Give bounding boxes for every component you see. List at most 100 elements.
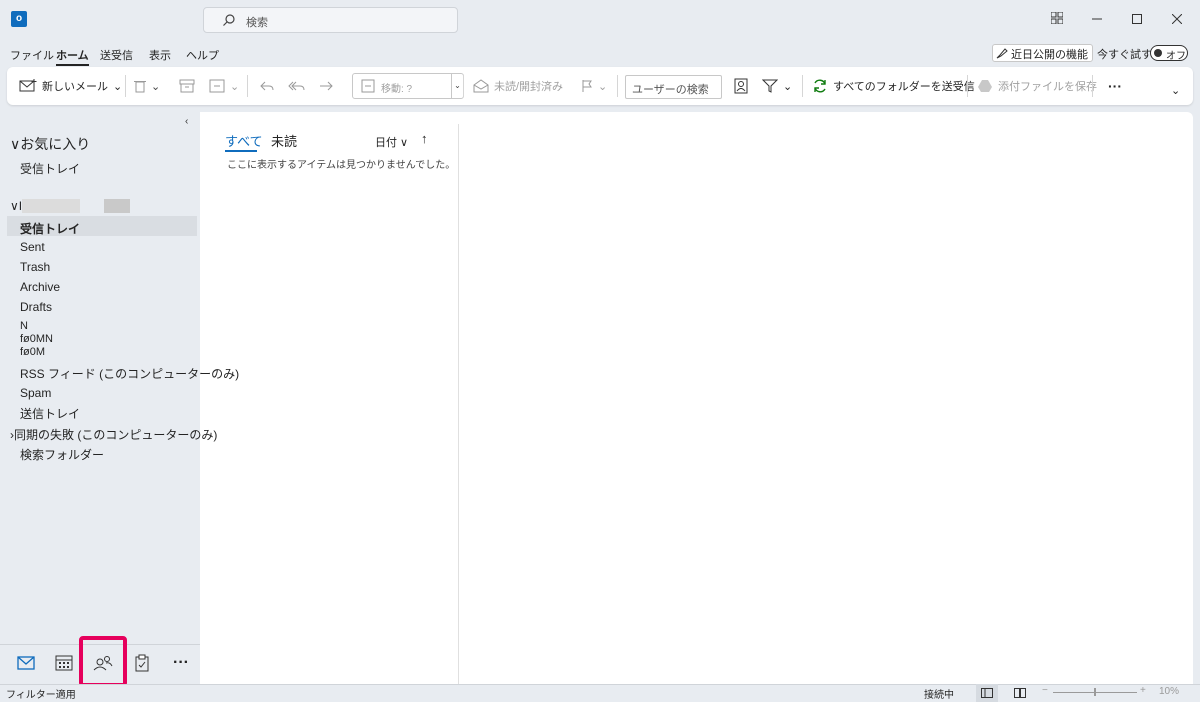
zoom-level[interactable]: 10% bbox=[1159, 686, 1179, 697]
reading-view-button[interactable] bbox=[1009, 684, 1031, 702]
favorite-inbox[interactable]: 受信トレイ bbox=[20, 160, 80, 177]
folder-spam[interactable]: Spam bbox=[20, 386, 51, 400]
menu-file[interactable]: ファイル bbox=[10, 47, 54, 63]
tab-unread[interactable]: 未読 bbox=[271, 131, 297, 150]
flag-button[interactable]: ⌄ bbox=[581, 75, 607, 97]
chevron-down-icon: ⌄ bbox=[783, 80, 793, 93]
folder-sync-issues[interactable]: ›同期の失敗 (このコンピューターのみ) bbox=[10, 426, 217, 443]
folder-f0mn[interactable]: fø0MN bbox=[20, 333, 53, 345]
grid-icon[interactable] bbox=[1045, 8, 1069, 32]
unread-read-button[interactable]: 未読/開封済み bbox=[473, 75, 563, 97]
chevron-down-icon: ⌄ bbox=[113, 80, 123, 93]
delete-button[interactable]: ⌄ bbox=[134, 75, 160, 97]
divider bbox=[967, 75, 968, 97]
empty-list-message: ここに表示するアイテムは見つかりませんでした。 bbox=[227, 160, 456, 171]
folder-rss[interactable]: RSS フィード (このコンピューターのみ) bbox=[20, 365, 239, 382]
toggle-label: オフ bbox=[1166, 51, 1186, 62]
maximize-button[interactable] bbox=[1125, 8, 1149, 32]
try-now-label: 今すぐ試す bbox=[1097, 49, 1152, 61]
archive-button[interactable] bbox=[179, 75, 195, 97]
chevron-down-icon: ⌄ bbox=[598, 80, 608, 93]
outlook-logo-icon: o bbox=[11, 11, 27, 27]
close-button[interactable] bbox=[1165, 8, 1189, 32]
reply-all-icon bbox=[288, 81, 305, 91]
toggle-knob bbox=[1154, 49, 1162, 57]
filter-icon bbox=[762, 79, 778, 93]
search-icon bbox=[222, 13, 236, 30]
active-tab-indicator bbox=[225, 150, 257, 152]
divider bbox=[1092, 75, 1093, 97]
folder-sent[interactable]: Sent bbox=[20, 240, 45, 254]
menu-view[interactable]: 表示 bbox=[149, 47, 171, 63]
folder-search-folders[interactable]: 検索フォルダー bbox=[20, 446, 104, 463]
menu-help[interactable]: ヘルプ bbox=[186, 47, 219, 63]
folder-n[interactable]: N bbox=[20, 320, 28, 332]
move-icon bbox=[209, 79, 225, 93]
sort-direction-icon[interactable]: ↑ bbox=[421, 131, 428, 146]
divider bbox=[463, 75, 464, 97]
people-highlight-annotation bbox=[79, 636, 127, 687]
search-placeholder: 検索 bbox=[246, 17, 268, 29]
minimize-button[interactable] bbox=[1085, 8, 1109, 32]
unread-read-label: 未読/開封済み bbox=[494, 81, 564, 93]
normal-view-button[interactable] bbox=[976, 684, 998, 702]
account-header[interactable]: ∨I bbox=[10, 199, 22, 213]
folder-outbox[interactable]: 送信トレイ bbox=[20, 405, 80, 422]
folder-f0m[interactable]: fø0M bbox=[20, 346, 45, 358]
sort-by-date-button[interactable]: 日付 ∨ bbox=[375, 134, 408, 150]
send-receive-all-button[interactable]: すべてのフォルダーを送受信 bbox=[812, 75, 975, 97]
ribbon-toolbar: 新しいメール ⌄ ⌄ ⌄ 移動: ? ⌄ 未読/開封済み ⌄ ユーザーの検索 ⌄… bbox=[7, 67, 1193, 105]
new-mail-button[interactable]: 新しいメール ⌄ bbox=[19, 75, 122, 97]
folder-archive[interactable]: Archive bbox=[20, 280, 60, 294]
chevron-down-icon: ⌄ bbox=[451, 74, 463, 98]
people-search-input[interactable]: ユーザーの検索 bbox=[625, 75, 722, 99]
zoom-in-button[interactable]: + bbox=[1140, 685, 1146, 696]
address-book-button[interactable] bbox=[734, 75, 748, 97]
pane-divider[interactable] bbox=[458, 124, 459, 684]
tab-all[interactable]: すべて bbox=[225, 131, 263, 150]
divider bbox=[247, 75, 248, 97]
envelope-open-icon bbox=[473, 79, 489, 93]
more-apps-icon[interactable]: ··· bbox=[170, 653, 192, 673]
more-icon: ··· bbox=[1108, 78, 1122, 94]
new-mail-icon bbox=[19, 79, 37, 92]
search-input[interactable]: 検索 bbox=[203, 7, 458, 33]
tasks-icon[interactable] bbox=[131, 653, 153, 673]
more-commands-button[interactable]: ··· bbox=[1103, 75, 1122, 97]
folder-trash[interactable]: Trash bbox=[20, 260, 50, 274]
trash-icon bbox=[134, 81, 146, 93]
favorites-header[interactable]: ∨お気に入り bbox=[10, 134, 90, 154]
sync-icon bbox=[814, 79, 826, 93]
reading-view-icon bbox=[1014, 688, 1026, 698]
move-label: 移動: ? bbox=[381, 84, 413, 95]
address-book-icon bbox=[734, 78, 748, 94]
mail-icon[interactable] bbox=[15, 653, 37, 673]
zoom-slider-thumb[interactable] bbox=[1094, 688, 1096, 696]
chevron-down-icon: ⌄ bbox=[1171, 84, 1181, 97]
move-to-button[interactable]: ⌄ bbox=[209, 75, 239, 97]
folder-inbox[interactable]: 受信トレイ bbox=[20, 220, 80, 237]
try-now-toggle[interactable]: オフ bbox=[1150, 45, 1188, 62]
archive-icon bbox=[179, 79, 195, 93]
collapse-folder-pane-button[interactable]: ‹ bbox=[185, 116, 188, 127]
forward-button[interactable] bbox=[318, 75, 334, 97]
menu-send-receive[interactable]: 送受信 bbox=[100, 47, 133, 63]
forward-icon bbox=[320, 81, 333, 91]
reply-button[interactable] bbox=[259, 75, 275, 97]
megaphone-icon bbox=[996, 47, 1008, 62]
flag-icon bbox=[582, 80, 592, 92]
divider bbox=[617, 75, 618, 97]
folder-drafts[interactable]: Drafts bbox=[20, 300, 52, 314]
reply-icon bbox=[260, 81, 274, 91]
filter-button[interactable]: ⌄ bbox=[762, 75, 792, 97]
drive-icon bbox=[978, 80, 992, 92]
normal-view-icon bbox=[981, 688, 993, 698]
coming-soon-button[interactable]: 近日公開の機能 bbox=[992, 44, 1093, 62]
move-dropdown[interactable]: 移動: ? ⌄ bbox=[352, 73, 464, 99]
menu-home[interactable]: ホーム bbox=[56, 47, 89, 66]
save-attachments-button[interactable]: 添付ファイルを保存 bbox=[977, 75, 1097, 97]
ribbon-expand-button[interactable]: ⌄ bbox=[1171, 79, 1180, 101]
zoom-out-button[interactable]: − bbox=[1042, 685, 1048, 696]
reply-all-button[interactable] bbox=[288, 75, 306, 97]
calendar-icon[interactable] bbox=[53, 653, 75, 673]
